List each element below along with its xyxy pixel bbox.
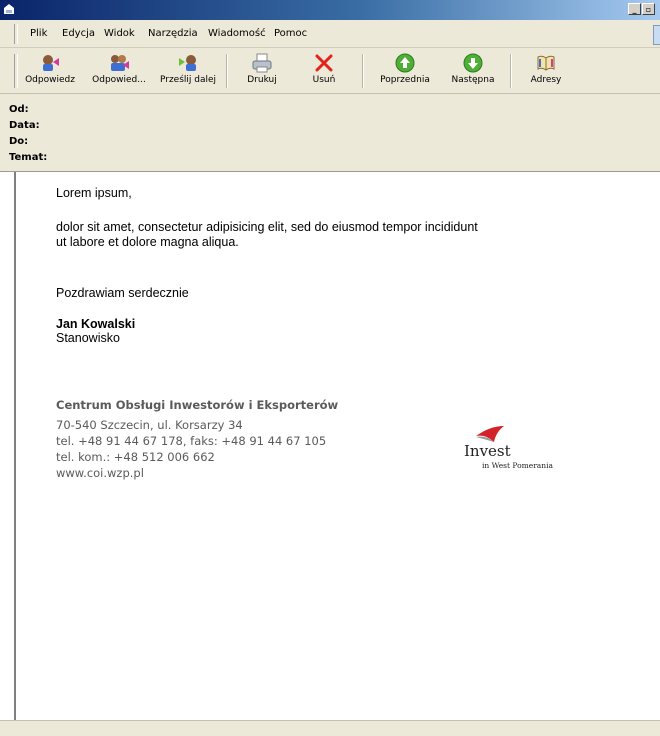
status-bar	[0, 720, 660, 736]
invest-logo-mark	[476, 426, 504, 442]
logo-main-text: Invest	[464, 442, 511, 460]
title-bar: _ ▫	[0, 0, 660, 20]
printer-icon	[252, 53, 272, 73]
signature-phones: tel. +48 91 44 67 178, faks: +48 91 44 6…	[56, 434, 327, 448]
throbber-edge	[653, 25, 660, 45]
signature-website[interactable]: www.coi.wzp.pl	[56, 466, 144, 480]
menu-message[interactable]: Wiadomość	[208, 28, 266, 39]
next-icon	[463, 53, 483, 73]
body-text-line-2: ut labore et dolore magna aliqua.	[56, 235, 239, 249]
previous-icon	[395, 53, 415, 73]
menu-file[interactable]: Plik	[30, 28, 47, 39]
address-book-button[interactable]: Adresy	[520, 52, 572, 92]
menu-view[interactable]: Widok	[104, 28, 135, 39]
signature-company: Centrum Obsługi Inwestorów i Eksporterów	[56, 398, 339, 412]
body-text-line-1: dolor sit amet, consectetur adipisicing …	[56, 220, 478, 234]
previous-button[interactable]: Poprzednia	[372, 52, 438, 92]
date-label: Data:	[9, 120, 40, 131]
toolbar-separator	[510, 54, 512, 88]
app-icon	[4, 4, 14, 14]
toolbar-separator	[362, 54, 364, 88]
reply-icon	[43, 55, 59, 71]
forward-button[interactable]: Prześlij dalej	[156, 52, 220, 92]
minimize-button[interactable]: _	[628, 3, 641, 15]
menu-help[interactable]: Pomoc	[274, 28, 307, 39]
forward-icon	[179, 55, 196, 71]
toolbar: Odpowiedz Odpowied... Prześlij dalej Dru…	[0, 48, 660, 94]
sender-name: Jan Kowalski	[56, 317, 136, 331]
menu-edit[interactable]: Edycja	[62, 28, 95, 39]
signature-address: 70-540 Szczecin, ul. Korsarzy 34	[56, 418, 243, 432]
reply-all-icon	[111, 55, 129, 71]
menu-tools[interactable]: Narzędzia	[148, 28, 198, 39]
message-headers: Od: Data: Do: Temat:	[0, 94, 660, 172]
logo-sub-text: in West Pomerania	[482, 461, 553, 470]
invest-logo: Invest in West Pomerania	[462, 424, 572, 474]
reply-all-button[interactable]: Odpowied...	[86, 52, 152, 92]
sender-position: Stanowisko	[56, 331, 120, 345]
delete-button[interactable]: Usuń	[302, 52, 346, 92]
toolbar-separator	[226, 54, 228, 88]
menu-grip	[14, 24, 18, 44]
to-label: Do:	[9, 136, 29, 147]
reply-button[interactable]: Odpowiedz	[18, 52, 82, 92]
menu-bar: Plik Edycja Widok Narzędzia Wiadomość Po…	[0, 20, 660, 48]
signature-mobile: tel. kom.: +48 512 006 662	[56, 450, 215, 464]
greeting-text: Lorem ipsum,	[56, 186, 132, 200]
subject-label: Temat:	[9, 152, 48, 163]
maximize-button[interactable]: ▫	[642, 3, 655, 15]
from-label: Od:	[9, 104, 29, 115]
next-button[interactable]: Następna	[442, 52, 504, 92]
print-button[interactable]: Drukuj	[238, 52, 286, 92]
closing-text: Pozdrawiam serdecznie	[56, 286, 189, 300]
address-book-icon	[537, 55, 555, 71]
delete-icon	[315, 54, 333, 72]
